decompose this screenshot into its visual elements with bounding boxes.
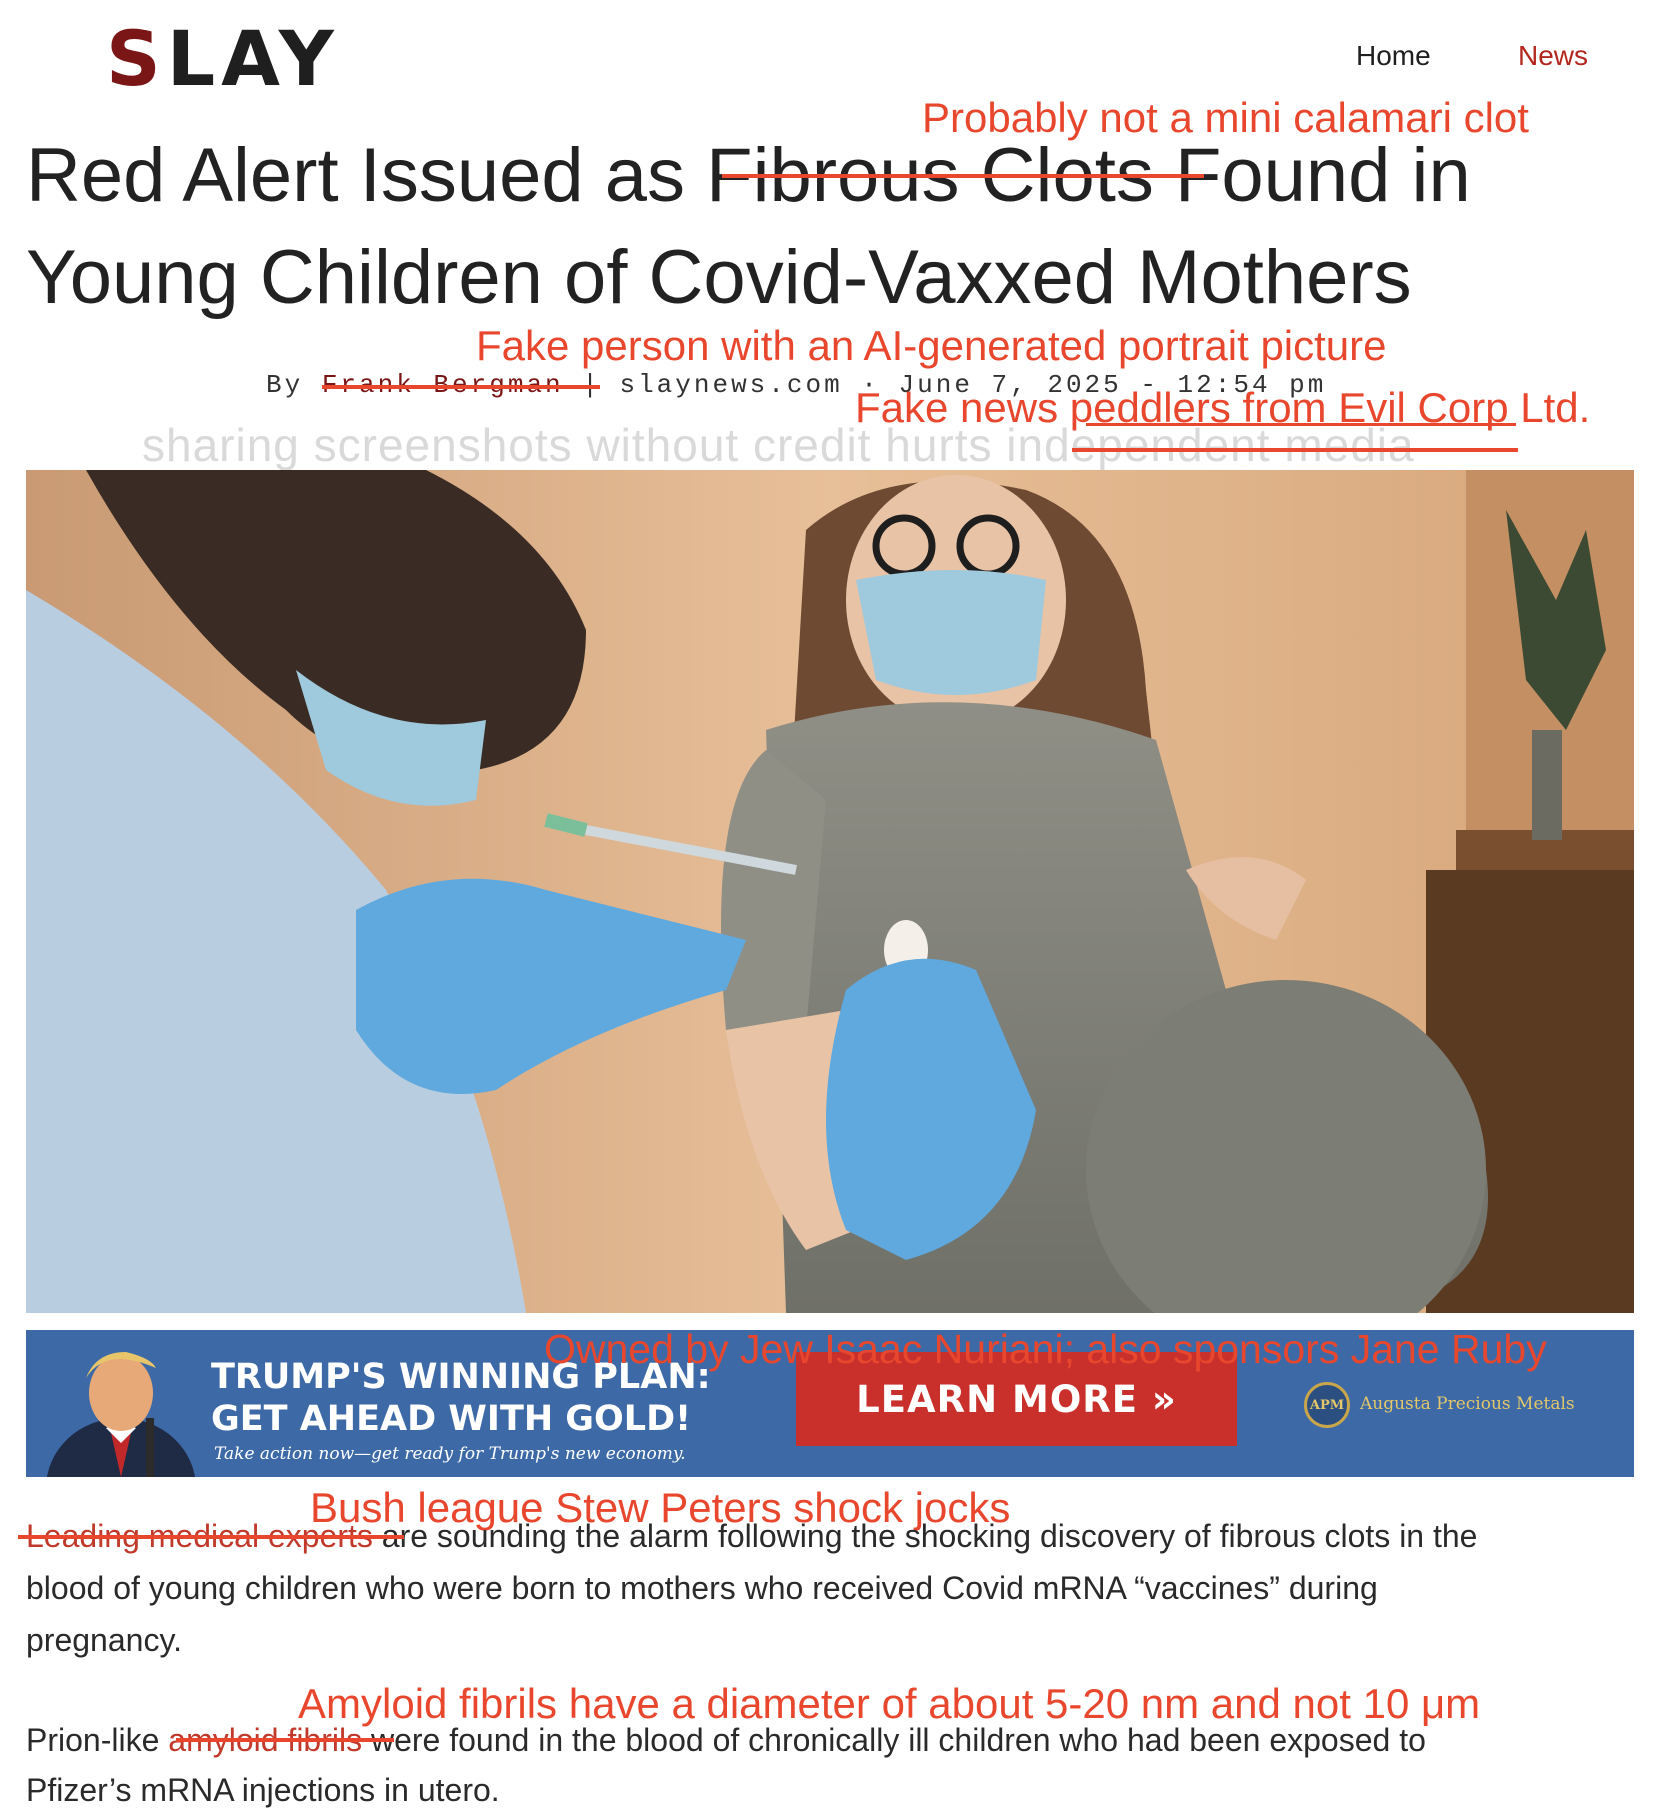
site-logo[interactable]: SLAY [106, 14, 340, 103]
paragraph-2-line-2: Pfizer’s mRNA injections in utero. [26, 1772, 500, 1808]
ad-tagline: Take action now—get ready for Trump's ne… [214, 1444, 686, 1464]
logo-text: LAY [166, 14, 340, 103]
photo-illustration [26, 470, 1634, 1313]
strikethrough-line [176, 1738, 394, 1742]
byline-source: | slaynews.com [563, 370, 843, 400]
paragraph-text: were found in the blood of chronically i… [362, 1722, 1426, 1758]
paragraph-1-line-2: blood of young children who were born to… [26, 1570, 1378, 1606]
strikethrough-line [18, 1535, 404, 1539]
apm-seal-icon: APM [1304, 1382, 1350, 1428]
ad-brand-name: Augusta Precious Metals [1360, 1394, 1575, 1414]
logo-letter: S [106, 14, 167, 103]
underline-peddlers [1086, 423, 1516, 426]
ad-portrait-image [46, 1352, 196, 1477]
paragraph-1-line-3: pregnancy. [26, 1622, 182, 1658]
paragraph-text: Prion-like [26, 1722, 169, 1758]
nav-home-link[interactable]: Home [1356, 40, 1431, 72]
watermark-text: sharing screenshots without credit hurts… [142, 418, 1415, 472]
article-photo [26, 470, 1634, 1313]
watermark-struck: independent media [1006, 419, 1415, 471]
strikethrough-line [322, 385, 600, 389]
headline-line-2: Young Children of Covid-Vaxxed Mothers [26, 235, 1412, 320]
watermark-main: sharing screenshots without credit hurts [142, 419, 1007, 471]
annotation-owned: Owned by Jew Isaac Nuriani; also sponsor… [544, 1326, 1547, 1372]
byline-prefix: By [266, 370, 322, 400]
annotation-amyloid: Amyloid fibrils have a diameter of about… [298, 1680, 1481, 1727]
paragraph-text: are sounding the alarm following the sho… [372, 1518, 1478, 1554]
strikethrough-line [722, 174, 1204, 178]
headline-text: Red Alert Issued as [26, 133, 707, 218]
annotation-fake-person: Fake person with an AI-generated portrai… [476, 322, 1387, 369]
strikethrough-line [1072, 448, 1518, 452]
nav-news-link[interactable]: News [1518, 40, 1588, 72]
ad-headline-2: GET AHEAD WITH GOLD! [211, 1399, 692, 1439]
